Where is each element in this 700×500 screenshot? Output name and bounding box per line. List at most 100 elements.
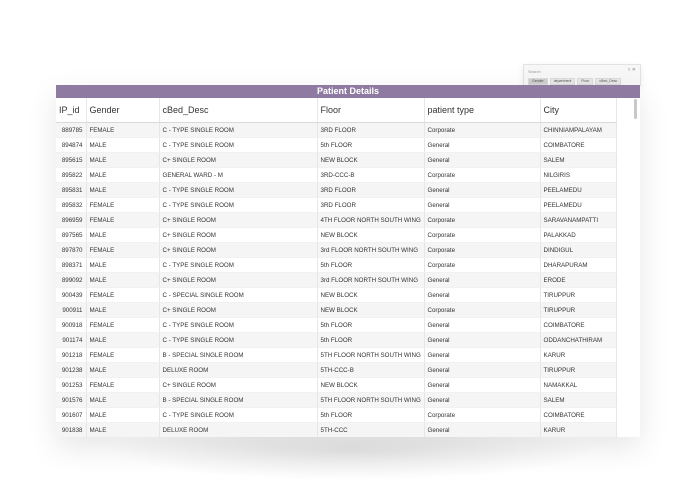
cell-patient-type: Corporate <box>424 242 541 258</box>
cell-ip-id: 900439 <box>56 287 87 303</box>
cell-bed-desc: B - SPECIAL SINGLE ROOM <box>159 392 318 408</box>
cell-gender: MALE <box>86 167 160 183</box>
cell-floor: 3rd FLOOR NORTH SOUTH WING <box>317 272 425 288</box>
cell-floor: NEW BLOCK <box>317 377 425 393</box>
cell-ip-id: 901218 <box>56 347 87 363</box>
filter-panel: Search ▿ ✕ Gender department Floor cBed_… <box>523 64 641 86</box>
cell-ip-id: 901174 <box>56 332 87 348</box>
cell-patient-type: General <box>424 317 541 333</box>
filter-tab-gender[interactable]: Gender <box>528 78 548 85</box>
table-row[interactable]: 901576 MALE B - SPECIAL SINGLE ROOM 5TH FLO… <box>56 392 617 408</box>
table-row[interactable]: 901838 MALE DELUXE ROOM 5TH-CCC General KARUR <box>56 422 617 437</box>
cell-ip-id: 901238 <box>56 362 87 378</box>
cell-ip-id: 889785 <box>56 122 87 138</box>
table-row[interactable]: 889785 FEMALE C - TYPE SINGLE ROOM 3RD FLOO… <box>56 122 617 138</box>
cell-floor: 5TH FLOOR NORTH SOUTH WING <box>317 392 425 408</box>
cell-gender: FEMALE <box>86 317 160 333</box>
vertical-scrollbar[interactable] <box>634 99 637 119</box>
cell-ip-id: 900911 <box>56 302 87 318</box>
cell-ip-id: 894874 <box>56 137 87 153</box>
cell-city: TIRUPPUR <box>540 362 617 378</box>
cell-city: ODDANCHATHIRAM <box>540 332 617 348</box>
cell-city: COIMBATORE <box>540 137 617 153</box>
cell-city: KARUR <box>540 422 617 437</box>
cell-floor: NEW BLOCK <box>317 302 425 318</box>
cell-patient-type: Corporate <box>424 227 541 243</box>
table-row[interactable]: 896959 FEMALE C+ SINGLE ROOM 4TH FLOOR NORT… <box>56 212 617 228</box>
cell-floor: 5th FLOOR <box>317 317 425 333</box>
table-row[interactable]: 898371 MALE C - TYPE SINGLE ROOM 5th FLOOR C… <box>56 257 617 273</box>
close-icon[interactable]: ✕ <box>632 67 636 73</box>
filter-icon[interactable]: ▿ <box>628 67 631 73</box>
cell-patient-type: General <box>424 152 541 168</box>
filter-panel-icons: ▿ ✕ <box>628 67 636 73</box>
column-header-floor[interactable]: Floor <box>317 98 425 123</box>
cell-gender: FEMALE <box>86 197 160 213</box>
cell-ip-id: 896959 <box>56 212 87 228</box>
cell-bed-desc: C+ SINGLE ROOM <box>159 227 318 243</box>
table-row[interactable]: 894874 MALE C - TYPE SINGLE ROOM 5th FLOOR G… <box>56 137 617 153</box>
patient-details-panel: Patient Details IP_id Gender cBed_Desc F… <box>56 85 640 437</box>
cell-patient-type: General <box>424 332 541 348</box>
cell-floor: 3RD FLOOR <box>317 182 425 198</box>
cell-patient-type: Corporate <box>424 167 541 183</box>
cell-floor: 3RD FLOOR <box>317 122 425 138</box>
table-row[interactable]: 900911 MALE C+ SINGLE ROOM NEW BLOCK Corpora… <box>56 302 617 318</box>
cell-floor: 4TH FLOOR NORTH SOUTH WING <box>317 212 425 228</box>
table-row[interactable]: 897870 FEMALE C+ SINGLE ROOM 3rd FLOOR NORT… <box>56 242 617 258</box>
table-row[interactable]: 901218 FEMALE B - SPECIAL SINGLE ROOM 5TH F… <box>56 347 617 363</box>
cell-floor: NEW BLOCK <box>317 287 425 303</box>
cell-gender: FEMALE <box>86 122 160 138</box>
cell-floor: NEW BLOCK <box>317 227 425 243</box>
patient-table: IP_id Gender cBed_Desc Floor patient typ… <box>56 98 617 437</box>
cell-patient-type: General <box>424 347 541 363</box>
cell-gender: MALE <box>86 332 160 348</box>
cell-bed-desc: C - TYPE SINGLE ROOM <box>159 317 318 333</box>
table-row[interactable]: 895832 FEMALE C - TYPE SINGLE ROOM 3RD FLOO… <box>56 197 617 213</box>
table-row[interactable]: 900918 FEMALE C - TYPE SINGLE ROOM 5th FLOO… <box>56 317 617 333</box>
column-header-ip-id[interactable]: IP_id <box>56 98 87 123</box>
cell-city: PEELAMEDU <box>540 197 617 213</box>
filter-tabs: Gender department Floor cBed_Desc <box>528 78 622 85</box>
table-row[interactable]: 899092 MALE C+ SINGLE ROOM 3rd FLOOR NORTH … <box>56 272 617 288</box>
cell-ip-id: 901576 <box>56 392 87 408</box>
column-header-gender[interactable]: Gender <box>86 98 160 123</box>
cell-bed-desc: DELUXE ROOM <box>159 362 318 378</box>
cell-patient-type: Corporate <box>424 302 541 318</box>
cell-floor: 3RD FLOOR <box>317 197 425 213</box>
cell-gender: FEMALE <box>86 377 160 393</box>
column-header-patient-type[interactable]: patient type <box>424 98 541 123</box>
table-row[interactable]: 895831 MALE C - TYPE SINGLE ROOM 3RD FLOOR G… <box>56 182 617 198</box>
cell-city: SALEM <box>540 392 617 408</box>
table-row[interactable]: 897565 MALE C+ SINGLE ROOM NEW BLOCK Corpora… <box>56 227 617 243</box>
cell-patient-type: General <box>424 182 541 198</box>
cell-gender: FEMALE <box>86 347 160 363</box>
cell-gender: MALE <box>86 182 160 198</box>
cell-bed-desc: DELUXE ROOM <box>159 422 318 437</box>
table-row[interactable]: 900439 FEMALE C - SPECIAL SINGLE ROOM NEW B… <box>56 287 617 303</box>
cell-bed-desc: C - TYPE SINGLE ROOM <box>159 137 318 153</box>
filter-tab-department[interactable]: department <box>549 78 576 85</box>
cell-bed-desc: C - TYPE SINGLE ROOM <box>159 332 318 348</box>
filter-search-input[interactable]: Search <box>528 69 541 74</box>
table-row[interactable]: 901253 FEMALE C+ SINGLE ROOM NEW BLOCK Gener… <box>56 377 617 393</box>
column-header-bed-desc[interactable]: cBed_Desc <box>159 98 318 123</box>
table-row[interactable]: 895822 MALE GENERAL WARD - M 3RD-CCC-B Corpo… <box>56 167 617 183</box>
cell-ip-id: 901838 <box>56 422 87 437</box>
cell-ip-id: 901253 <box>56 377 87 393</box>
cell-ip-id: 898371 <box>56 257 87 273</box>
filter-tab-floor[interactable]: Floor <box>577 78 594 85</box>
cell-ip-id: 897870 <box>56 242 87 258</box>
table-row[interactable]: 901174 MALE C - TYPE SINGLE ROOM 5th FLOOR G… <box>56 332 617 348</box>
cell-gender: MALE <box>86 227 160 243</box>
column-header-city[interactable]: City <box>540 98 617 123</box>
filter-tab-bed-desc[interactable]: cBed_Desc <box>595 78 622 85</box>
cell-gender: MALE <box>86 362 160 378</box>
table-row[interactable]: 895615 MALE C+ SINGLE ROOM NEW BLOCK General… <box>56 152 617 168</box>
cell-ip-id: 899092 <box>56 272 87 288</box>
table-row[interactable]: 901607 MALE C - TYPE SINGLE ROOM 5th FLOOR C… <box>56 407 617 423</box>
cell-floor: 5th FLOOR <box>317 407 425 423</box>
table-row[interactable]: 901238 MALE DELUXE ROOM 5TH-CCC-B General TIR… <box>56 362 617 378</box>
cell-city: NAMAKKAL <box>540 377 617 393</box>
table-title: Patient Details <box>56 85 640 98</box>
